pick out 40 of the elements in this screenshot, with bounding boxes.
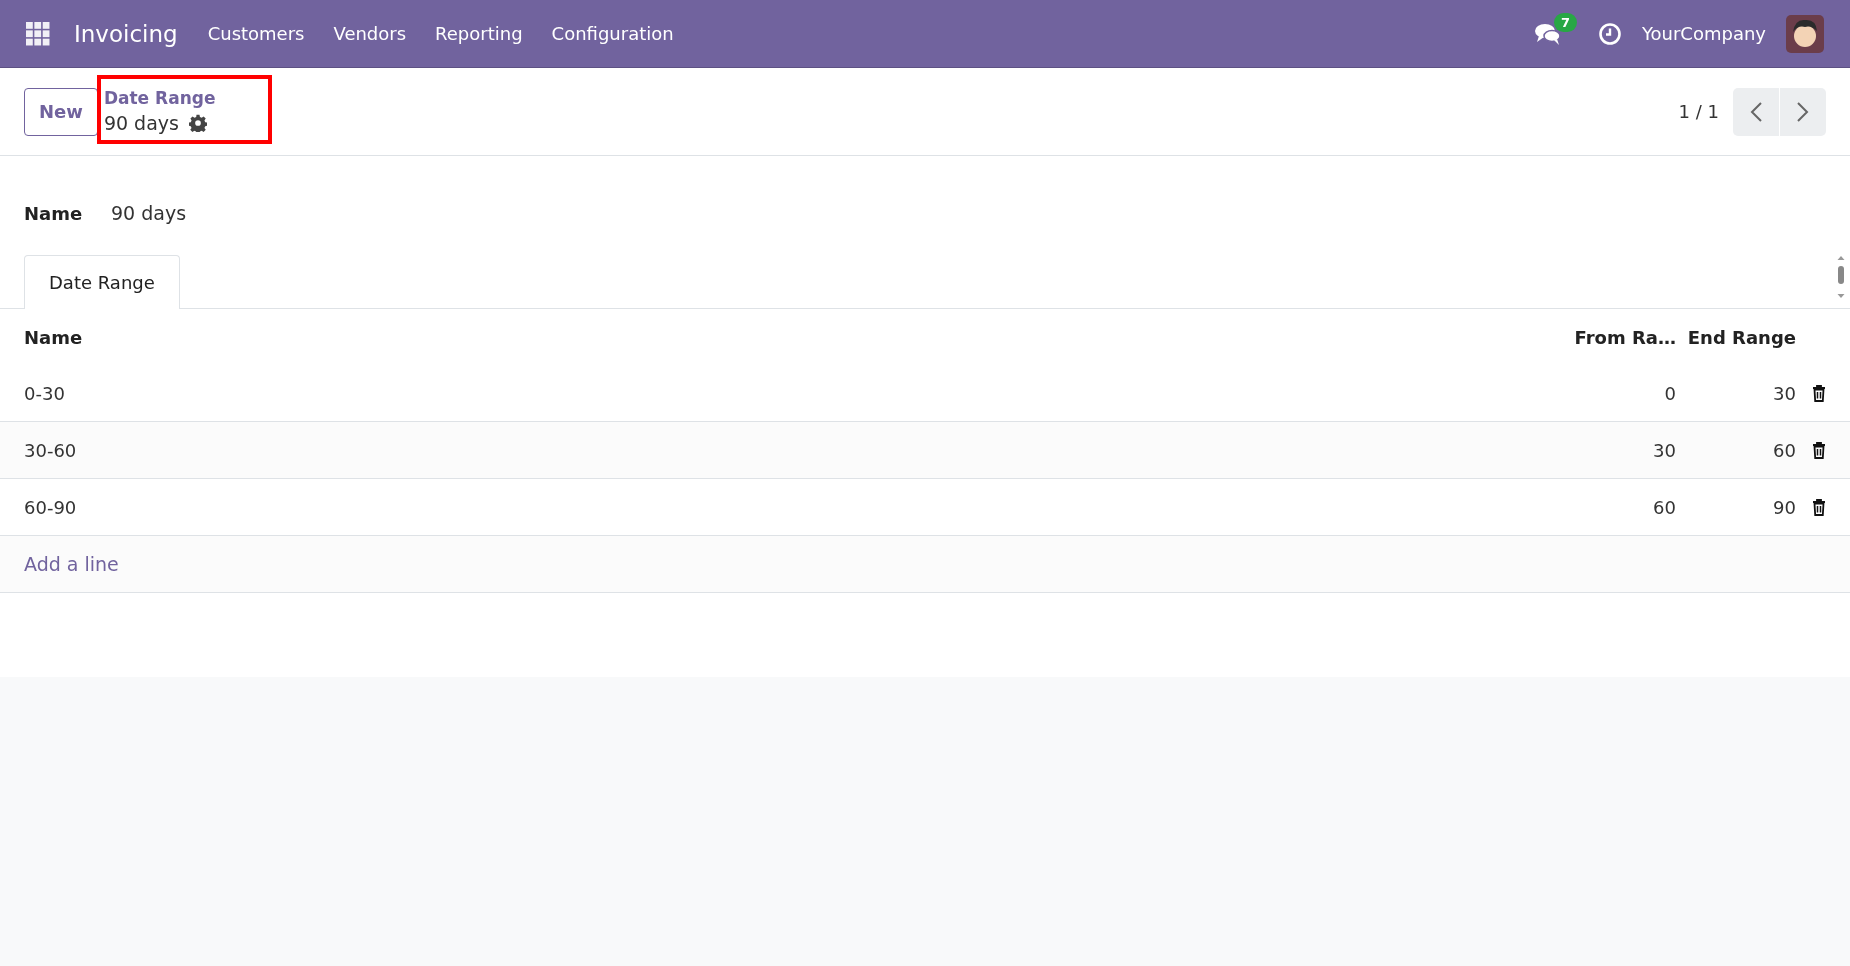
message-count-badge: 7 <box>1553 12 1577 32</box>
new-button[interactable]: New <box>24 87 98 136</box>
column-header[interactable]: End Range <box>1676 326 1796 348</box>
breadcrumb-link[interactable]: Date Range <box>103 86 216 109</box>
scrollbar-drawing <box>1836 254 1846 300</box>
trash-icon[interactable] <box>1812 384 1826 402</box>
previous-button[interactable] <box>1733 87 1779 136</box>
table-cell-text: 30 <box>1772 382 1796 404</box>
app-name[interactable]: Invoicing <box>74 20 178 47</box>
next-button[interactable] <box>1780 87 1826 136</box>
chevron-right-icon <box>1796 100 1810 123</box>
pager-value: 1 / 1 <box>1678 101 1719 122</box>
table-cell-text: 60-90 <box>24 496 78 518</box>
table-cell-text: 30-60 <box>24 439 78 461</box>
user-avatar-icon[interactable] <box>1786 14 1824 53</box>
trash-icon[interactable] <box>1812 498 1826 516</box>
table-cell-text: 60 <box>1772 439 1796 461</box>
clock-icon[interactable] <box>1597 21 1622 46</box>
record-name: 90 days <box>103 110 179 136</box>
table-cell-text: 90 <box>1772 496 1796 518</box>
menu-item[interactable]: Vendors <box>333 23 407 44</box>
table-cell-text: 60 <box>1652 496 1676 518</box>
menu-item[interactable]: Reporting <box>435 23 523 44</box>
company-name[interactable]: YourCompany <box>1641 23 1766 44</box>
gear-icon[interactable] <box>189 113 207 132</box>
menu-item[interactable]: Configuration <box>551 23 674 44</box>
table-cell-text: 0 <box>1663 382 1676 404</box>
chevron-left-icon <box>1749 100 1763 123</box>
table-cell-text: 0-30 <box>24 382 66 404</box>
name-field[interactable]: 90 days <box>111 202 187 224</box>
table-cell-text: 30 <box>1652 439 1676 461</box>
field-label: Name <box>24 203 84 224</box>
column-header[interactable]: From Ra… <box>1556 326 1676 348</box>
chat-bubbles-icon[interactable] <box>1533 21 1562 46</box>
menu-item[interactable]: Customers <box>207 23 305 44</box>
trash-icon[interactable] <box>1812 441 1826 459</box>
add-line-link[interactable]: Add a line <box>24 553 119 575</box>
column-header[interactable]: Name <box>24 326 1556 348</box>
apps-menu-icon[interactable] <box>26 21 50 46</box>
tab[interactable]: Date Range <box>24 255 180 309</box>
